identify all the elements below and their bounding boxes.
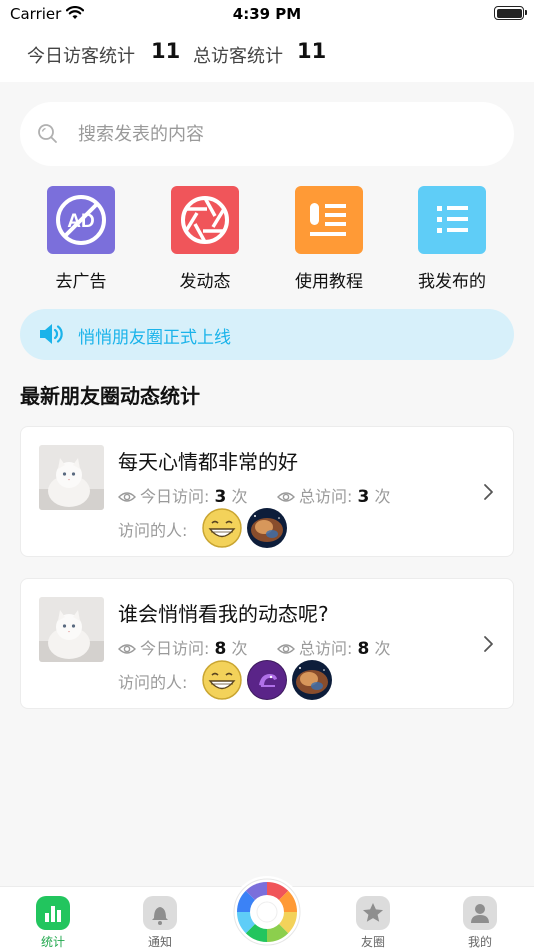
speaker-icon (38, 322, 66, 350)
tab-moments-label: 友圈 (360, 935, 385, 949)
tab-stats[interactable]: 统计 (8, 887, 98, 950)
total-visits-label: 总访问: (299, 487, 353, 506)
today-visitors-count: 11 (151, 39, 181, 63)
bar-chart-icon (36, 896, 70, 930)
search-icon (36, 122, 60, 150)
eye-icon (277, 641, 295, 660)
visitors-label: 访问的人: (118, 521, 188, 540)
tab-moments[interactable]: 友圈 (328, 887, 418, 950)
today-visits: 今日访问: 8 次 (118, 635, 247, 660)
remove-ads-label: 去广告 (55, 272, 107, 292)
grin-face-avatar[interactable] (202, 660, 242, 700)
chevron-right-icon (483, 482, 495, 506)
tab-stats-label: 统计 (40, 935, 65, 949)
post-stats: 今日访问: 8 次 总访问: 8 次 (118, 635, 458, 660)
total-visits: 总访问: 3 次 (277, 483, 390, 508)
today-visits-value: 8 (214, 639, 227, 659)
post-moment-button[interactable]: 发动态 (150, 186, 260, 292)
chevron-right-icon (483, 634, 495, 658)
total-visits-unit: 次 (374, 487, 391, 506)
list-icon (418, 186, 486, 254)
section-title: 最新朋友圈动态统计 (20, 384, 200, 408)
today-visits: 今日访问: 3 次 (118, 483, 247, 508)
total-visits-value: 3 (357, 487, 370, 507)
today-visitors-label: 今日访客统计 (27, 46, 135, 67)
tutorial-doc-icon (295, 186, 363, 254)
person-icon (463, 896, 497, 930)
star-icon (356, 896, 390, 930)
eye-icon (118, 489, 136, 508)
today-visits-unit: 次 (231, 487, 248, 506)
grin-face-avatar[interactable] (202, 508, 242, 548)
post-title: 每天心情都非常的好 (118, 450, 298, 474)
tutorial-label: 使用教程 (295, 272, 363, 292)
total-visitors-count: 11 (297, 39, 327, 63)
tab-notifications[interactable]: 通知 (115, 887, 205, 950)
post-card[interactable]: 每天心情都非常的好 今日访问: 3 次 总访问: 3 次 访问的人: (20, 426, 514, 557)
total-visits: 总访问: 8 次 (277, 635, 390, 660)
nebula-avatar[interactable] (247, 508, 287, 548)
total-visits-value: 8 (357, 639, 370, 659)
today-visits-label: 今日访问: (140, 487, 210, 506)
today-visits-unit: 次 (231, 639, 248, 658)
bell-icon (143, 896, 177, 930)
post-card[interactable]: 谁会悄悄看我的动态呢? 今日访问: 8 次 总访问: 8 次 访问的人: (20, 578, 514, 709)
announcement-banner[interactable]: 悄悄朋友圈正式上线 (20, 309, 514, 360)
visitors-label: 访问的人: (118, 673, 188, 692)
eye-icon (118, 641, 136, 660)
today-visits-value: 3 (214, 487, 227, 507)
remove-ads-button[interactable]: AD 去广告 (26, 186, 136, 292)
color-wheel-icon (231, 878, 303, 950)
camera-shutter-icon (171, 186, 239, 254)
feature-grid: AD 去广告 发动态 使用教程 我发布的 (0, 186, 534, 292)
total-visitors-label: 总访客统计 (193, 46, 283, 67)
announcement-text: 悄悄朋友圈正式上线 (78, 328, 231, 348)
color-wheel-button[interactable] (231, 876, 303, 948)
search-input[interactable] (78, 116, 478, 152)
tutorial-button[interactable]: 使用教程 (274, 186, 384, 292)
post-stats: 今日访问: 3 次 总访问: 3 次 (118, 483, 458, 508)
post-thumbnail (39, 597, 104, 662)
post-title: 谁会悄悄看我的动态呢? (118, 602, 329, 626)
tab-profile[interactable]: 我的 (435, 887, 525, 950)
tab-notifications-label: 通知 (147, 935, 172, 949)
total-visits-label: 总访问: (299, 639, 353, 658)
nebula-avatar[interactable] (292, 660, 332, 700)
status-bar: Carrier 4:39 PM (0, 0, 534, 28)
battery-icon (494, 6, 527, 20)
tab-profile-label: 我的 (467, 935, 492, 949)
post-moment-label: 发动态 (179, 272, 231, 292)
today-visits-label: 今日访问: (140, 639, 210, 658)
post-thumbnail (39, 445, 104, 510)
clock: 4:39 PM (232, 5, 302, 23)
search-bar[interactable] (20, 102, 514, 166)
my-posts-label: 我发布的 (418, 272, 486, 292)
eye-icon (277, 489, 295, 508)
purple-bird-avatar[interactable] (247, 660, 287, 700)
total-visits-unit: 次 (374, 639, 391, 658)
no-ads-icon: AD (47, 186, 115, 254)
visitor-stats-header: 今日访客统计 11 总访客统计 11 (0, 28, 534, 82)
my-posts-button[interactable]: 我发布的 (397, 186, 507, 292)
